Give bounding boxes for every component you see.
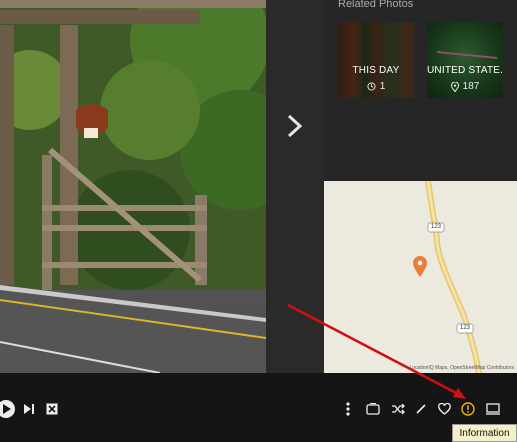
- slideshow-button[interactable]: [363, 399, 383, 419]
- skip-next-icon: [24, 404, 34, 414]
- location-pin-icon: [450, 81, 459, 92]
- tile-label: UNITED STATE...: [427, 65, 503, 76]
- bottom-toolbar: [0, 373, 517, 442]
- info-panel: Related Photos THIS DAY 1 UNITED STATE..…: [324, 0, 517, 373]
- location-map[interactable]: 123 123 LocationIQ Maps, OpenStreetMap C…: [324, 181, 517, 373]
- clock-icon: [367, 82, 376, 91]
- play-icon: [0, 400, 15, 418]
- close-icon: [46, 403, 58, 415]
- map-attribution: LocationIQ Maps, OpenStreetMap Contribut…: [409, 365, 515, 371]
- more-vertical-icon: [346, 402, 350, 416]
- tile-count: 187: [462, 81, 480, 92]
- information-button[interactable]: [458, 399, 478, 419]
- photo-viewer[interactable]: [0, 0, 266, 373]
- related-tile-united-states[interactable]: UNITED STATE... 187: [427, 22, 503, 98]
- shuffle-button[interactable]: [388, 399, 408, 419]
- cast-icon: [486, 403, 500, 415]
- tile-label: THIS DAY: [352, 65, 400, 76]
- route-shield-label: 123: [460, 325, 471, 331]
- edit-button[interactable]: [411, 399, 431, 419]
- information-tooltip: Information: [452, 424, 517, 442]
- tile-count: 1: [379, 81, 386, 92]
- slideshow-icon: [366, 403, 380, 415]
- navigation-strip: [266, 0, 324, 373]
- photo-image: [0, 0, 266, 373]
- tile-count-row: 1: [338, 81, 414, 92]
- play-button[interactable]: [0, 399, 16, 419]
- next-photo-button[interactable]: [276, 106, 314, 146]
- chevron-right-icon: [287, 114, 303, 138]
- close-button[interactable]: [42, 399, 62, 419]
- favorite-button[interactable]: [434, 399, 454, 419]
- shuffle-icon: [392, 403, 405, 415]
- skip-next-button[interactable]: [19, 399, 39, 419]
- edit-icon: [416, 404, 426, 414]
- info-icon: [461, 402, 475, 416]
- cast-button[interactable]: [483, 399, 503, 419]
- more-options-button[interactable]: [338, 399, 358, 419]
- heart-icon: [437, 403, 451, 415]
- related-photos-title: Related Photos: [338, 0, 414, 10]
- route-shield-label: 123: [431, 224, 442, 230]
- related-tile-this-day[interactable]: THIS DAY 1: [338, 22, 414, 98]
- map-graphic: [413, 181, 482, 373]
- tile-count-row: 187: [427, 81, 503, 92]
